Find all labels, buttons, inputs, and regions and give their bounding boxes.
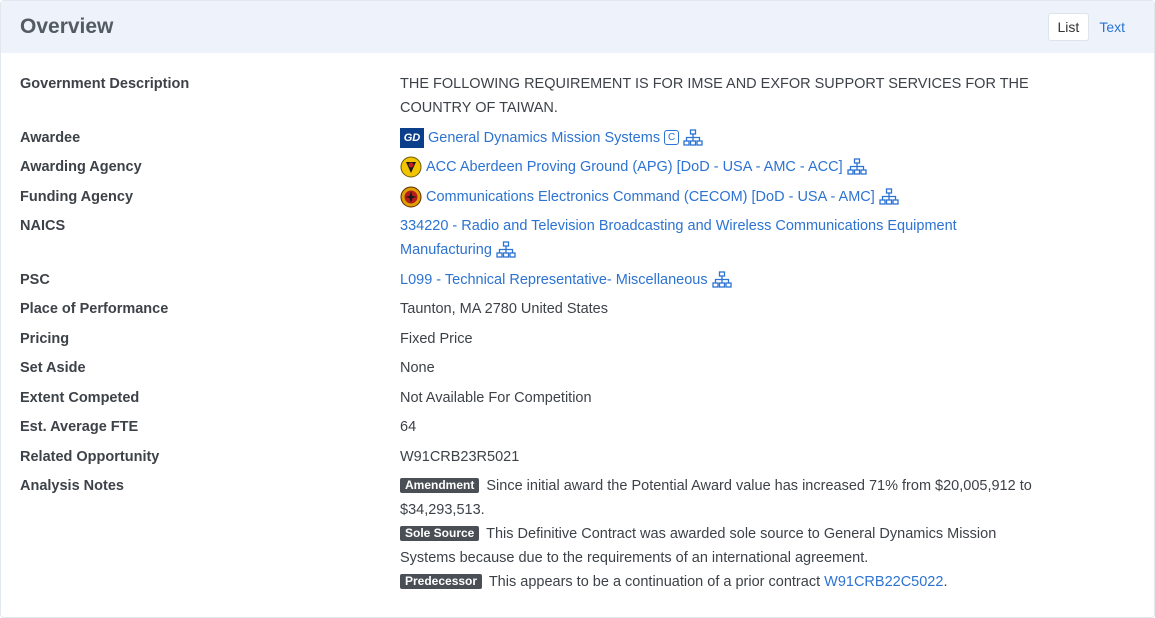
label-set-aside: Set Aside bbox=[20, 360, 86, 376]
value-set-aside: None bbox=[400, 360, 435, 376]
amendment-text: Since initial award the Potential Award … bbox=[400, 478, 1032, 518]
value-related-opportunity: W91CRB23R5021 bbox=[400, 448, 520, 465]
sole-source-badge: Sole Source bbox=[400, 526, 480, 541]
value-est-average-fte: 64 bbox=[400, 419, 417, 435]
details-list: Government Description THE FOLLOWING REQ… bbox=[1, 53, 1154, 594]
predecessor-text: This appears to be a continuation of a p… bbox=[488, 574, 821, 590]
awarding-agency-link[interactable]: ACC Aberdeen Proving Ground (APG) [DoD -… bbox=[426, 159, 843, 175]
label-pricing: Pricing bbox=[20, 330, 70, 347]
label-psc: PSC bbox=[20, 271, 50, 288]
overview-panel: Overview List Text Government Descriptio… bbox=[0, 0, 1155, 618]
label-analysis-notes: Analysis Notes bbox=[20, 478, 124, 494]
value-awardee: GD General Dynamics Mission Systems C bbox=[400, 126, 1040, 150]
row-pricing: Pricing Fixed Price bbox=[20, 327, 1135, 351]
row-awarding-agency: Awarding Agency ACC Aberdeen Proving Gro… bbox=[20, 155, 1135, 179]
row-related-opportunity: Related Opportunity W91CRB23R5021 bbox=[20, 445, 1135, 469]
funding-agency-link[interactable]: Communications Electronics Command (CECO… bbox=[426, 189, 875, 205]
text-view-button[interactable]: Text bbox=[1089, 13, 1135, 41]
row-analysis-notes: Analysis Notes Amendment Since initial a… bbox=[20, 474, 1135, 594]
org-hierarchy-icon[interactable] bbox=[496, 241, 516, 259]
row-est-average-fte: Est. Average FTE 64 bbox=[20, 415, 1135, 439]
value-extent-competed: Not Available For Competition bbox=[400, 389, 592, 406]
org-hierarchy-icon[interactable] bbox=[879, 188, 899, 206]
list-view-button[interactable]: List bbox=[1047, 13, 1090, 41]
label-funding-agency: Funding Agency bbox=[20, 188, 134, 205]
row-place-of-performance: Place of Performance Taunton, MA 2780 Un… bbox=[20, 297, 1135, 321]
row-government-description: Government Description THE FOLLOWING REQ… bbox=[20, 72, 1135, 120]
company-badge-icon: C bbox=[664, 130, 680, 146]
panel-header: Overview List Text bbox=[1, 1, 1154, 53]
label-government-description: Government Description bbox=[20, 76, 190, 92]
value-place-of-performance: Taunton, MA 2780 United States bbox=[400, 301, 608, 317]
predecessor-end: . bbox=[943, 574, 948, 590]
row-funding-agency: Funding Agency Communications Electronic… bbox=[20, 185, 1135, 209]
amendment-badge: Amendment bbox=[400, 478, 480, 493]
row-set-aside: Set Aside None bbox=[20, 356, 1135, 380]
row-awardee: Awardee GD General Dynamics Mission Syste… bbox=[20, 126, 1135, 150]
army-seal-icon bbox=[400, 156, 422, 178]
row-naics: NAICS 334220 - Radio and Television Broa… bbox=[20, 214, 1135, 262]
cecom-seal-icon bbox=[400, 186, 422, 208]
gd-logo: GD bbox=[400, 127, 424, 148]
row-extent-competed: Extent Competed Not Available For Compet… bbox=[20, 386, 1135, 410]
page-title: Overview bbox=[20, 15, 114, 38]
view-toggle: List Text bbox=[1047, 13, 1135, 41]
value-naics: 334220 - Radio and Television Broadcasti… bbox=[400, 214, 1020, 262]
value-funding-agency: Communications Electronics Command (CECO… bbox=[400, 185, 1040, 209]
org-hierarchy-icon[interactable] bbox=[683, 129, 703, 147]
predecessor-contract-link[interactable]: W91CRB22C5022 bbox=[824, 574, 943, 590]
sole-source-text: This Definitive Contract was awarded sol… bbox=[400, 526, 997, 566]
row-psc: PSC L099 - Technical Representative- Mis… bbox=[20, 268, 1135, 292]
label-extent-competed: Extent Competed bbox=[20, 389, 140, 406]
note-sole-source: Sole Source This Definitive Contract was… bbox=[400, 522, 1040, 570]
value-analysis-notes: Amendment Since initial award the Potent… bbox=[400, 474, 1040, 594]
label-related-opportunity: Related Opportunity bbox=[20, 448, 160, 465]
note-predecessor: Predecessor This appears to be a continu… bbox=[400, 570, 1040, 594]
org-hierarchy-icon[interactable] bbox=[712, 271, 732, 289]
org-hierarchy-icon[interactable] bbox=[847, 158, 867, 176]
value-pricing: Fixed Price bbox=[400, 330, 473, 347]
value-psc: L099 - Technical Representative- Miscell… bbox=[400, 268, 1040, 292]
label-place-of-performance: Place of Performance bbox=[20, 301, 169, 317]
label-awarding-agency: Awarding Agency bbox=[20, 159, 142, 175]
naics-link[interactable]: 334220 - Radio and Television Broadcasti… bbox=[400, 218, 957, 258]
awardee-link[interactable]: General Dynamics Mission Systems bbox=[428, 130, 660, 146]
psc-link[interactable]: L099 - Technical Representative- Miscell… bbox=[400, 272, 708, 288]
predecessor-badge: Predecessor bbox=[400, 574, 483, 589]
value-government-description: THE FOLLOWING REQUIREMENT IS FOR IMSE AN… bbox=[400, 76, 1029, 116]
label-awardee: Awardee bbox=[20, 129, 81, 146]
label-naics: NAICS bbox=[20, 218, 66, 234]
note-amendment: Amendment Since initial award the Potent… bbox=[400, 474, 1040, 522]
value-awarding-agency: ACC Aberdeen Proving Ground (APG) [DoD -… bbox=[400, 155, 1040, 179]
label-est-average-fte: Est. Average FTE bbox=[20, 419, 139, 435]
